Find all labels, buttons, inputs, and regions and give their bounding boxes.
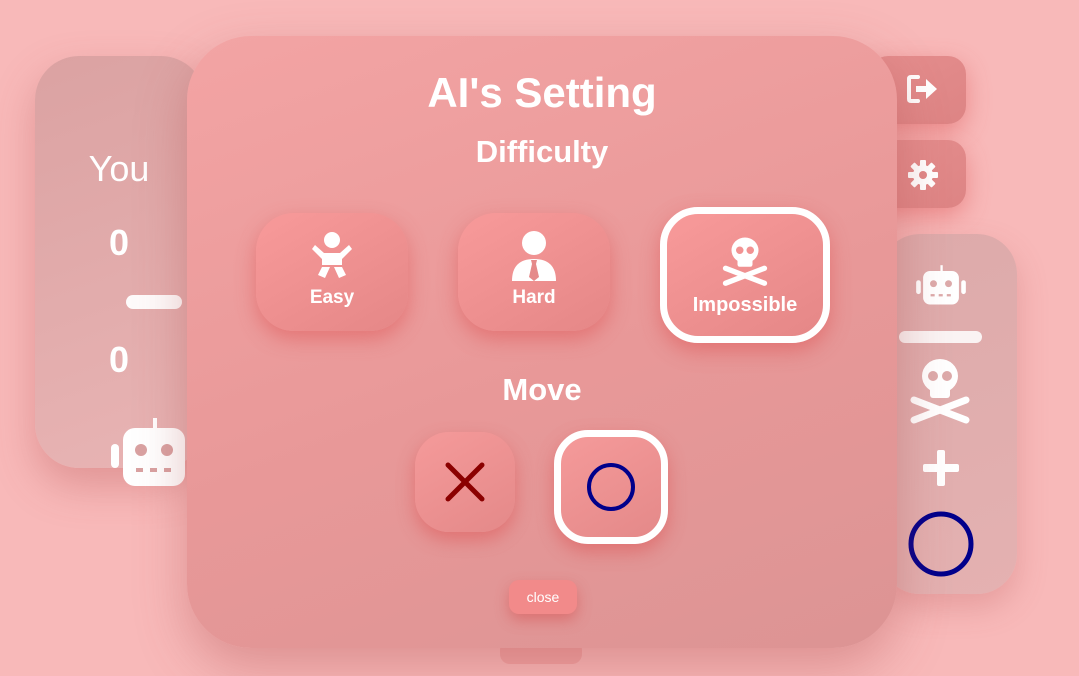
ai-settings-modal: AI's Setting Difficulty Easy Hard Imposs… bbox=[187, 36, 897, 648]
skull-crossbones-icon bbox=[722, 237, 768, 286]
difficulty-hard-button[interactable]: Hard bbox=[458, 213, 610, 331]
difficulty-impossible-label: Impossible bbox=[692, 294, 798, 316]
difficulty-heading: Difficulty bbox=[475, 134, 609, 169]
ai-score: 0 bbox=[108, 339, 130, 380]
robot-icon bbox=[111, 418, 197, 486]
x-mark-icon bbox=[445, 462, 485, 502]
scoreboard-card: You 0 0 bbox=[35, 56, 205, 486]
difficulty-easy-label: Easy bbox=[309, 287, 355, 308]
move-o-button[interactable] bbox=[554, 430, 668, 544]
close-button[interactable]: close bbox=[509, 580, 577, 614]
plus-icon bbox=[923, 450, 959, 486]
user-tie-icon bbox=[512, 231, 556, 281]
move-heading: Move bbox=[502, 372, 582, 407]
difficulty-easy-button[interactable]: Easy bbox=[256, 213, 408, 331]
modal-title: AI's Setting bbox=[427, 69, 657, 116]
o-mark-icon bbox=[587, 463, 635, 511]
difficulty-impossible-button[interactable]: Impossible bbox=[660, 207, 830, 343]
skull-crossbones-icon bbox=[910, 359, 970, 424]
gear-icon bbox=[908, 160, 938, 190]
ai-status-panel bbox=[880, 234, 1017, 594]
robot-icon bbox=[916, 265, 966, 305]
score-divider bbox=[126, 295, 182, 309]
move-x-button[interactable] bbox=[415, 432, 515, 532]
circle-icon bbox=[908, 511, 974, 577]
player-label: You bbox=[88, 148, 150, 189]
exit-icon bbox=[907, 75, 937, 103]
difficulty-hard-label: Hard bbox=[512, 287, 556, 308]
player-score: 0 bbox=[108, 222, 130, 263]
baby-icon bbox=[312, 232, 352, 278]
panel-divider bbox=[899, 331, 982, 343]
